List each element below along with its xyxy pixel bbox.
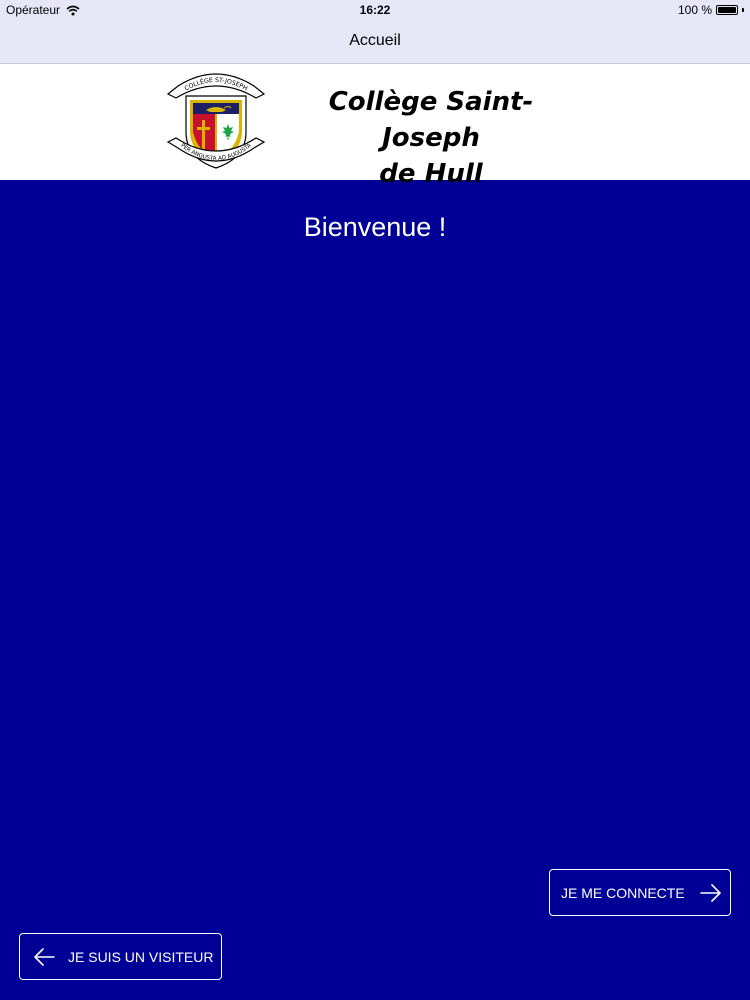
school-name: Collège Saint-Joseph de Hull [280,84,582,192]
status-right: 100 % [678,3,744,17]
battery-fill [718,7,736,13]
school-name-line1: Collège Saint-Joseph [328,87,534,153]
header-banner: COLLÈGE ST-JOSEPH PER ANGUSTA AD AUGUSTA… [0,64,750,189]
login-button[interactable]: JE ME CONNECTE [549,869,731,916]
arrow-right-icon [699,883,721,902]
school-crest-logo: COLLÈGE ST-JOSEPH PER ANGUSTA AD AUGUSTA [166,73,266,169]
welcome-message: Bienvenue ! [303,212,447,242]
visitor-button-label: JE SUIS UN VISITEUR [68,948,214,965]
battery-icon [716,5,738,15]
status-bar: Opérateur 16:22 100 % [0,0,750,20]
arrow-left-icon [34,947,55,966]
navigation-bar: Accueil [0,20,750,64]
school-name-line2: de Hull [379,159,483,189]
battery-tip [742,8,744,12]
battery-percent: 100 % [677,3,712,17]
nav-title: Accueil [349,32,401,49]
status-time: 16:22 [359,3,391,17]
login-button-label: JE ME CONNECTE [561,884,685,901]
visitor-button[interactable]: JE SUIS UN VISITEUR [19,933,222,980]
